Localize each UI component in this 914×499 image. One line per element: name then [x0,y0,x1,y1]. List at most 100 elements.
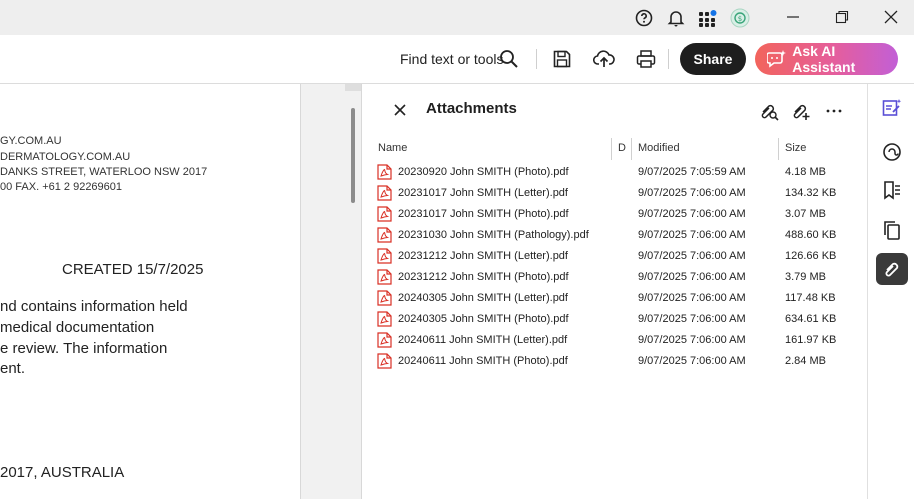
edit-pdf-icon[interactable] [876,92,908,124]
attachment-size: 3.79 MB [785,271,826,283]
attachment-row[interactable]: 20240611 John SMITH (Letter).pdf 9/07/202… [362,330,867,351]
account-avatar-icon[interactable]: $ [730,8,750,28]
ask-ai-assistant-button[interactable]: Ask AI Assistant [755,43,898,75]
column-name[interactable]: Name [378,142,407,154]
right-tool-rail [867,84,914,499]
pdf-file-icon [377,332,392,348]
attachment-name: 20240305 John SMITH (Photo).pdf [398,313,569,325]
bell-icon[interactable] [666,8,686,28]
attachment-modified: 9/07/2025 7:06:00 AM [638,229,746,241]
attachment-row[interactable]: 20231017 John SMITH (Photo).pdf 9/07/2025… [362,204,867,225]
attachment-row[interactable]: 20240611 John SMITH (Photo).pdf 9/07/2025… [362,351,867,372]
doc-address-line: 2017, AUSTRALIA [0,464,125,481]
attachment-row[interactable]: 20231017 John SMITH (Letter).pdf 9/07/202… [362,183,867,204]
attachment-modified: 9/07/2025 7:06:00 AM [638,355,746,367]
svg-text:$: $ [738,15,742,23]
attachment-modified: 9/07/2025 7:05:59 AM [638,166,746,178]
toolbar-divider [536,49,537,69]
comment-icon[interactable] [876,136,908,168]
window-title-bar: $ [0,0,914,35]
attachment-name: 20231017 John SMITH (Photo).pdf [398,208,569,220]
attachment-modified: 9/07/2025 7:06:00 AM [638,292,746,304]
attachment-row[interactable]: 20231212 John SMITH (Photo).pdf 9/07/2025… [362,267,867,288]
attachment-modified: 9/07/2025 7:06:00 AM [638,250,746,262]
pdf-file-icon [377,269,392,285]
save-icon[interactable] [550,47,574,71]
ai-assistant-icon [766,49,787,69]
document-scroll-gutter [300,84,362,499]
document-scrollbar-thumb[interactable] [351,108,355,203]
attachment-modified: 9/07/2025 7:06:00 AM [638,271,746,283]
pdf-file-icon [377,227,392,243]
minimize-icon[interactable] [778,5,808,29]
search-icon[interactable] [497,47,521,71]
close-icon[interactable] [876,5,906,29]
attachment-name: 20231212 John SMITH (Photo).pdf [398,271,569,283]
share-button[interactable]: Share [680,43,746,75]
doc-body-line: medical documentation [0,319,155,336]
attachment-modified: 9/07/2025 7:06:00 AM [638,187,746,199]
attachment-row[interactable]: 20231212 John SMITH (Letter).pdf 9/07/202… [362,246,867,267]
column-modified[interactable]: Modified [638,142,680,154]
attachment-size: 2.84 MB [785,355,826,367]
pages-icon[interactable] [876,214,908,246]
bookmarks-icon[interactable] [876,174,908,206]
attachment-row[interactable]: 20230920 John SMITH (Photo).pdf 9/07/2025… [362,162,867,183]
attachments-icon[interactable] [876,253,908,285]
doc-text-line: DANKS STREET, WATERLOO NSW 2017 [0,166,208,178]
pdf-file-icon [377,311,392,327]
pdf-file-icon [377,206,392,222]
doc-body-line: nd contains information held [0,298,188,315]
doc-body-line: ent. [0,360,26,377]
attachment-size: 488.60 KB [785,229,837,241]
attachment-modified: 9/07/2025 7:06:00 AM [638,208,746,220]
ask-ai-assistant-label: Ask AI Assistant [792,43,856,75]
attachment-name: 20231212 John SMITH (Letter).pdf [398,250,568,262]
attachment-size: 634.61 KB [785,313,837,325]
doc-text-line: DERMATOLOGY.COM.AU [0,151,131,163]
doc-text-line: GY.COM.AU [0,135,62,147]
upload-cloud-icon[interactable] [592,47,616,71]
search-attachment-icon[interactable] [758,100,780,122]
scrollbar-top [345,84,361,91]
attachment-size: 126.66 KB [785,250,837,262]
attachment-size: 117.48 KB [785,292,836,304]
more-options-icon[interactable] [823,100,845,122]
document-page[interactable]: GY.COM.AU DERMATOLOGY.COM.AU DANKS STREE… [0,84,300,499]
add-attachment-icon[interactable] [790,100,812,122]
pdf-file-icon [377,185,392,201]
help-icon[interactable] [634,8,654,28]
column-divider[interactable] [778,138,779,160]
attachment-size: 134.32 KB [785,187,837,199]
attachment-row[interactable]: 20240305 John SMITH (Photo).pdf 9/07/2025… [362,309,867,330]
attachment-name: 20240305 John SMITH (Letter).pdf [398,292,568,304]
column-divider[interactable] [611,138,612,160]
attachment-name: 20230920 John SMITH (Photo).pdf [398,166,569,178]
attachment-name: 20240611 John SMITH (Letter).pdf [398,334,568,346]
column-size[interactable]: Size [785,142,806,154]
attachment-row[interactable]: 20231030 John SMITH (Pathology).pdf 9/07/… [362,225,867,246]
apps-grid-icon[interactable] [698,8,718,28]
pdf-file-icon [377,248,392,264]
doc-body-line: e review. The information [0,340,168,357]
main-toolbar: Find text or tools Share Ask AI Assistan… [0,35,914,84]
attachment-row[interactable]: 20240305 John SMITH (Letter).pdf 9/07/202… [362,288,867,309]
close-panel-icon[interactable] [390,100,410,120]
attachment-size: 161.97 KB [785,334,837,346]
attachment-name: 20231030 John SMITH (Pathology).pdf [398,229,589,241]
column-divider[interactable] [631,138,632,160]
column-description[interactable]: D [618,142,626,154]
attachment-modified: 9/07/2025 7:06:00 AM [638,313,746,325]
attachments-panel: Attachments Name D Modified Size 2023092… [362,84,867,499]
attachment-size: 4.18 MB [785,166,826,178]
print-icon[interactable] [634,47,658,71]
attachment-name: 20240611 John SMITH (Photo).pdf [398,355,568,367]
attachment-name: 20231017 John SMITH (Letter).pdf [398,187,568,199]
attachment-modified: 9/07/2025 7:06:00 AM [638,334,746,346]
restore-icon[interactable] [827,5,857,29]
attachment-size: 3.07 MB [785,208,826,220]
find-text-label[interactable]: Find text or tools [400,51,504,67]
doc-text-line: 00 FAX. +61 2 92269601 [0,181,123,193]
doc-created-date: CREATED 15/7/2025 [62,261,204,278]
panel-title: Attachments [426,100,517,117]
